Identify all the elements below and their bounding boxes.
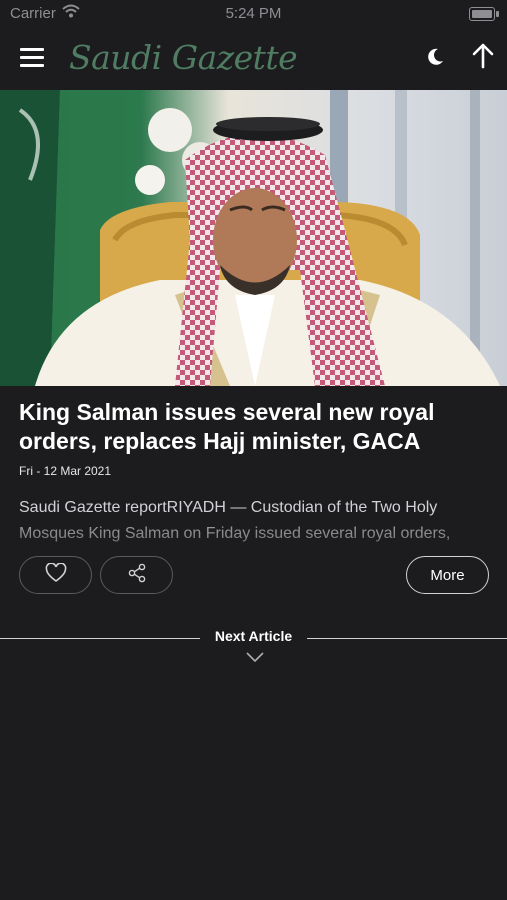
moon-icon[interactable] [423, 45, 447, 69]
app-header: Saudi Gazette [0, 28, 507, 88]
menu-icon[interactable] [20, 46, 44, 68]
article-excerpt: Saudi Gazette reportRIYADH — Custodian o… [19, 495, 489, 547]
article-title[interactable]: King Salman issues several new royal ord… [19, 398, 489, 456]
like-button[interactable] [19, 556, 92, 594]
share-button[interactable] [100, 556, 173, 594]
battery-icon [469, 7, 499, 21]
share-icon [127, 563, 147, 588]
next-article-label[interactable]: Next Article [0, 628, 507, 644]
article-date: Fri - 12 Mar 2021 [19, 464, 112, 478]
clock: 5:24 PM [225, 5, 282, 22]
more-button[interactable]: More [406, 556, 489, 594]
status-bar: Carrier 5:24 PM [0, 0, 507, 28]
heart-icon [45, 561, 67, 588]
article-hero-image[interactable] [0, 90, 507, 386]
arrow-up-icon[interactable] [471, 42, 495, 70]
app-logo: Saudi Gazette [69, 38, 298, 77]
next-article-section[interactable]: Next Article [0, 626, 507, 666]
chevron-down-icon[interactable] [246, 650, 264, 663]
